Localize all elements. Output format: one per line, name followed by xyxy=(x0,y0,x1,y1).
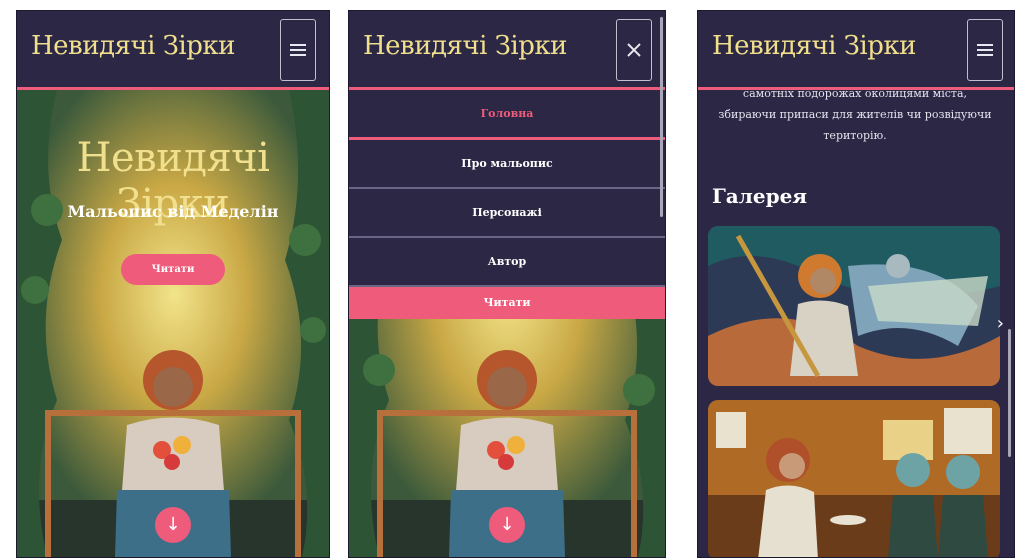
page-scrollbar[interactable] xyxy=(1008,329,1011,457)
site-logo[interactable]: Невидячі Зірки xyxy=(31,31,235,61)
site-logo[interactable]: Невидячі Зірки xyxy=(363,31,567,61)
hero-section: Невидячі Зірки Мальопис від Меделін Чита… xyxy=(17,90,329,557)
gallery-artwork-2 xyxy=(708,400,1000,557)
gallery-image-2[interactable] xyxy=(708,400,1000,557)
arrow-down-icon: ↓ xyxy=(165,514,181,535)
site-header: Невидячі Зірки xyxy=(17,11,329,90)
scroll-down-button[interactable]: ↓ xyxy=(155,507,191,543)
menu-scrollbar[interactable] xyxy=(660,17,663,217)
menu-toggle-button[interactable] xyxy=(967,19,1003,81)
hero-subtitle: Мальопис від Меделін xyxy=(67,202,279,221)
scroll-down-button[interactable]: ↓ xyxy=(489,507,525,543)
hamburger-icon xyxy=(290,44,306,56)
phone-screen-home: Невидячі Зірки Невидячі Зірки Мальопис в… xyxy=(16,10,330,558)
site-header: Невидячі Зірки xyxy=(698,11,1014,90)
gallery-image-1[interactable] xyxy=(708,226,1000,386)
menu-close-button[interactable] xyxy=(616,19,652,81)
menu-item-author[interactable]: Автор xyxy=(349,238,665,287)
menu-item-home[interactable]: Головна xyxy=(349,90,665,140)
menu-item-read[interactable]: Читати xyxy=(349,287,665,319)
about-text: самотніх подорожах околицями міста, збир… xyxy=(718,87,992,142)
phone-screen-gallery: Невидячі Зірки самотніх подорожах околиц… xyxy=(697,10,1015,558)
site-header: Невидячі Зірки xyxy=(349,11,665,90)
gallery-title: Галерея xyxy=(712,184,808,208)
site-logo[interactable]: Невидячі Зірки xyxy=(712,31,916,61)
hamburger-icon xyxy=(977,44,993,56)
menu-item-about[interactable]: Про мальопис xyxy=(349,140,665,189)
chevron-right-icon[interactable]: › xyxy=(997,313,1004,334)
gallery-artwork-1 xyxy=(708,226,1000,386)
menu-item-characters[interactable]: Персонажі xyxy=(349,189,665,238)
nav-menu: Головна Про мальопис Персонажі Автор Чит… xyxy=(349,90,665,319)
close-icon xyxy=(627,43,641,57)
read-button[interactable]: Читати xyxy=(121,254,225,285)
phone-screen-menu: Невидячі Зірки ↓ Головна Про мальопис Пе… xyxy=(348,10,666,558)
menu-toggle-button[interactable] xyxy=(280,19,316,81)
arrow-down-icon: ↓ xyxy=(499,514,515,535)
